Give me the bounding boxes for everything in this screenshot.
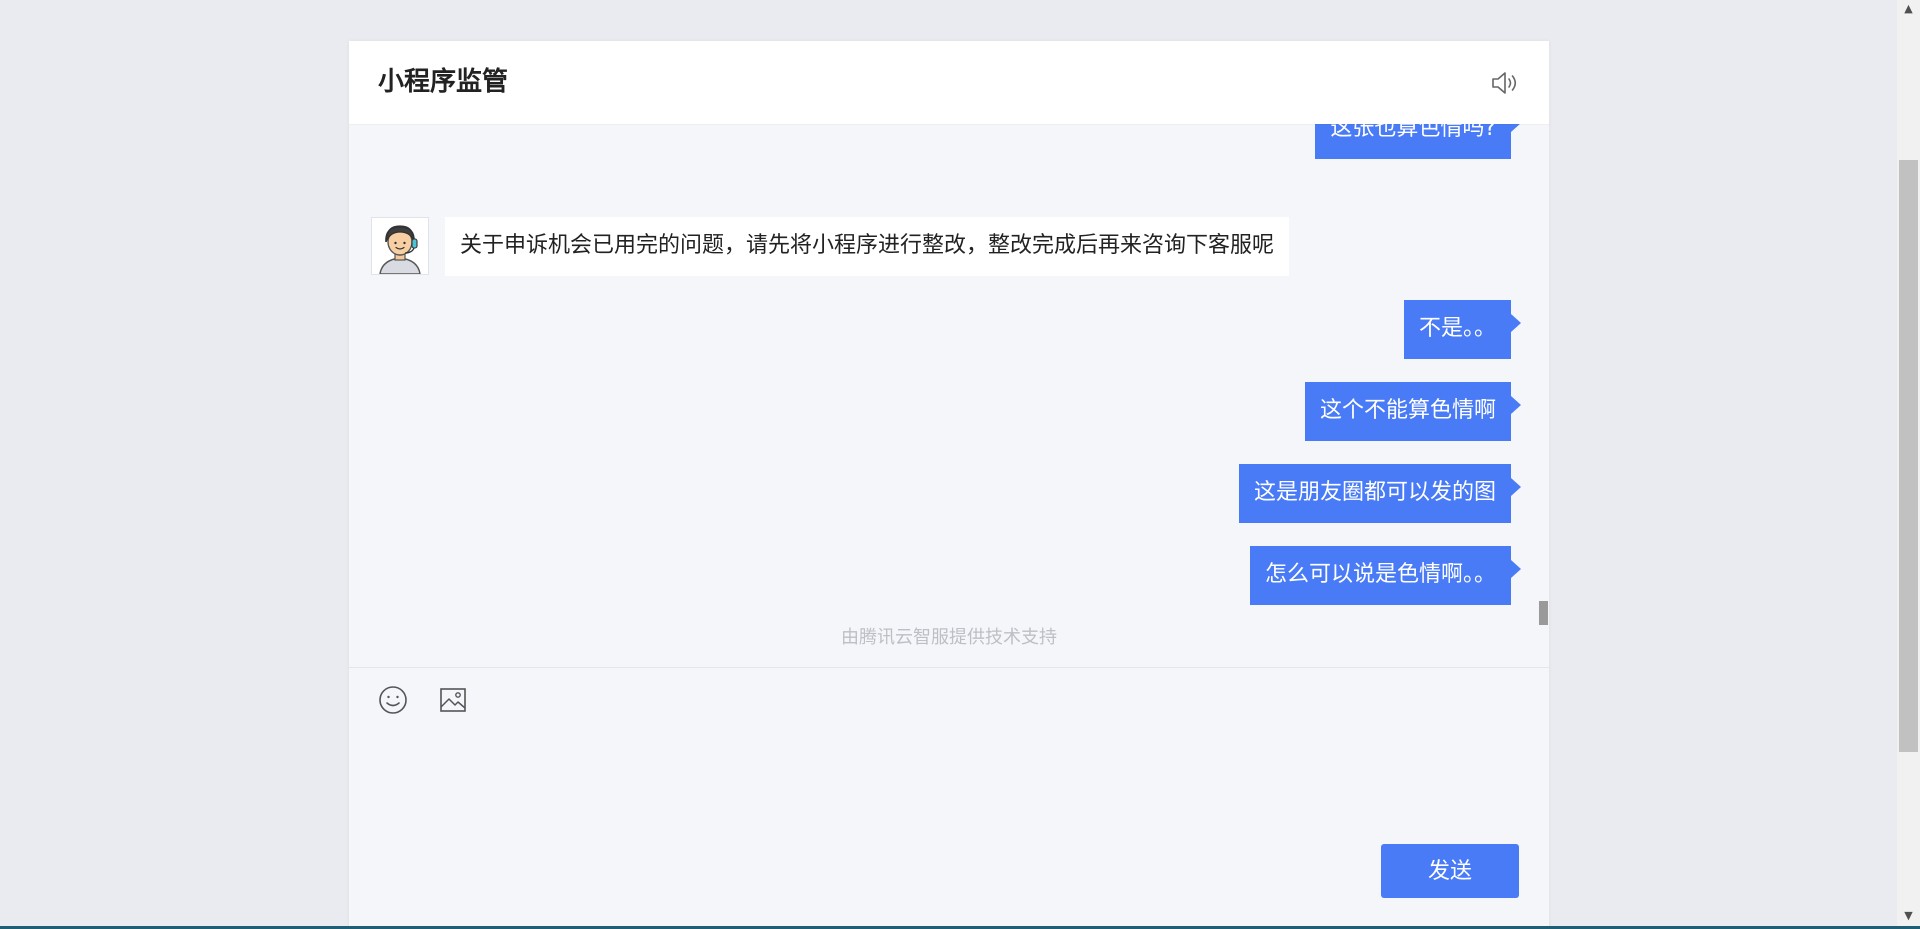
user-message-bubble: 这张也算色情吗? (1315, 124, 1521, 159)
page: 小程序监管 这张也算色情吗? 关于申诉机会已用完的问题，请先将小程序进行整改，整… (0, 0, 1920, 929)
message-text: 怎么可以说是色情啊。。 (1264, 562, 1496, 587)
user-message-bubble: 这个不能算色情啊 (1304, 382, 1522, 441)
user-message-bubble: 这是朋友圈都可以发的图 (1238, 464, 1522, 523)
message-composer[interactable] (349, 668, 1549, 929)
agent-avatar-icon (372, 218, 428, 274)
message-text: 不是。。 (1418, 316, 1496, 341)
message-text: 这张也算色情吗? (1330, 124, 1496, 141)
page-scrollbar-thumb[interactable] (1899, 160, 1918, 752)
chat-window: 小程序监管 这张也算色情吗? 关于申诉机会已用完的问题，请先将小程序进行整改，整… (349, 41, 1549, 929)
image-icon[interactable] (437, 684, 469, 716)
user-message-bubble: 不是。。 (1403, 300, 1522, 359)
send-button[interactable]: 发送 (1381, 844, 1519, 898)
message-text: 这个不能算色情啊 (1319, 398, 1496, 423)
powered-by-note: 由腾讯云智服提供技术支持 (841, 627, 1057, 648)
message-text: 关于申诉机会已用完的问题，请先将小程序进行整改，整改完成后再来咨询下客服呢 (460, 233, 1275, 258)
agent-avatar (371, 217, 429, 275)
speaker-icon[interactable] (1489, 68, 1519, 98)
user-message-bubble: 怎么可以说是色情啊。。 (1249, 546, 1522, 605)
scroll-up-arrow-icon[interactable]: ▲ (1897, 0, 1920, 17)
agent-message-bubble: 关于申诉机会已用完的问题，请先将小程序进行整改，整改完成后再来咨询下客服呢 (445, 217, 1290, 276)
emoji-icon[interactable] (377, 684, 409, 716)
chat-header: 小程序监管 (349, 41, 1549, 124)
page-scrollbar[interactable]: ▲ ▼ (1897, 0, 1920, 929)
message-text: 这是朋友圈都可以发的图 (1253, 480, 1496, 505)
page-title: 小程序监管 (378, 67, 509, 97)
scroll-down-arrow-icon[interactable]: ▼ (1897, 907, 1920, 924)
message-scrollbar-thumb[interactable] (1539, 601, 1548, 625)
message-list[interactable]: 这张也算色情吗? 关于申诉机会已用完的问题，请先将小程序进行整改，整改完成后再来… (349, 124, 1549, 667)
